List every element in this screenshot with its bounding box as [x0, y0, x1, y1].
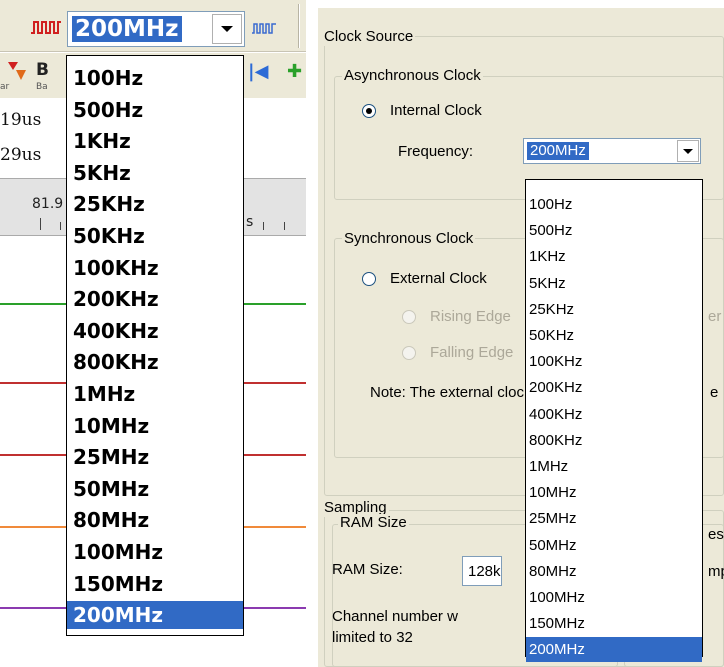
time-readout: 19us — [0, 110, 42, 130]
marker-icon[interactable] — [6, 60, 28, 82]
clock-wave-small-icon[interactable] — [252, 22, 276, 34]
dropdown-option[interactable]: 400KHz — [526, 402, 702, 427]
ruler-tick — [284, 222, 285, 230]
dropdown-option[interactable]: 80MHz — [526, 559, 702, 584]
dropdown-option[interactable]: 25KHz — [526, 297, 702, 322]
frequency-label: Frequency: — [398, 143, 474, 160]
clock-source-title: Clock Source — [322, 28, 416, 46]
dropdown-option[interactable]: 100MHz — [526, 585, 702, 610]
rising-edge-radio[interactable] — [402, 310, 416, 324]
dropdown-option[interactable]: 100MHz — [67, 538, 243, 566]
ruler-tick — [263, 222, 264, 230]
rising-edge-trailing: er — [708, 308, 722, 325]
ram-size-select[interactable]: 128k — [462, 556, 502, 586]
async-clock-title: Asynchronous Clock — [342, 67, 483, 85]
frequency-combo[interactable]: 200MHz — [67, 11, 245, 47]
ruler-unit: s — [246, 214, 254, 230]
sampling-right-fragment: mp — [708, 563, 724, 580]
dropdown-option[interactable]: 5KHz — [67, 159, 243, 187]
dropdown-arrow-button[interactable] — [212, 14, 242, 44]
dropdown-option[interactable]: 25KHz — [67, 190, 243, 218]
dropdown-option[interactable]: 400KHz — [67, 317, 243, 345]
marker-caption: ar — [0, 82, 10, 92]
dropdown-option[interactable]: 25MHz — [526, 506, 702, 531]
dropdown-option[interactable]: 1MHz — [67, 380, 243, 408]
dropdown-option[interactable]: 1KHz — [526, 244, 702, 269]
dropdown-option[interactable]: 80MHz — [67, 506, 243, 534]
dropdown-option[interactable]: 500Hz — [526, 218, 702, 243]
dropdown-option[interactable]: 100KHz — [67, 254, 243, 282]
analyzer-toolbar: 200MHz — [0, 0, 306, 52]
rising-edge-label[interactable]: Rising Edge — [430, 308, 511, 326]
dropdown-option[interactable]: 500Hz — [67, 96, 243, 124]
plus-icon[interactable]: ✚ — [287, 63, 302, 81]
dropdown-option[interactable]: 50KHz — [526, 323, 702, 348]
dropdown-option[interactable]: 200MHz — [526, 637, 702, 663]
dropdown-option[interactable]: 5KHz — [526, 271, 702, 296]
marker-b-icon[interactable]: B — [36, 61, 49, 79]
dropdown-option[interactable]: 50MHz — [526, 533, 702, 558]
analyzer-window: 200MHz B ar Ba |◀ ✚ 19us 29us 81.9 s 100… — [0, 0, 306, 667]
ram-size-label: RAM Size: — [332, 561, 403, 578]
dropdown-option[interactable]: 10MHz — [526, 480, 702, 505]
ram-size-title: RAM Size — [338, 514, 409, 532]
arrow-left-icon[interactable]: |◀ — [248, 63, 268, 81]
channel-note: limited to 32 — [332, 629, 413, 646]
dropdown-option[interactable]: 150MHz — [526, 611, 702, 636]
frequency-combo-value: 200MHz — [72, 16, 182, 42]
dropdown-option[interactable]: 200KHz — [526, 375, 702, 400]
falling-edge-label[interactable]: Falling Edge — [430, 344, 513, 362]
frequency-dropdown-list[interactable]: 100Hz 500Hz 1KHz 5KHz 25KHz 50KHz 100KHz 200KHz… — [66, 55, 244, 636]
dropdown-option[interactable]: 200KHz — [67, 285, 243, 313]
ruler-tick — [60, 222, 61, 230]
dropdown-arrow-button[interactable] — [677, 140, 699, 162]
dropdown-option[interactable]: 1MHz — [526, 454, 702, 479]
dropdown-option[interactable]: 100KHz — [526, 349, 702, 374]
internal-clock-radio[interactable] — [362, 104, 376, 118]
ruler-tick — [40, 218, 41, 230]
clock-settings-dialog: Clock Source Asynchronous Clock Internal… — [318, 8, 724, 667]
ruler-value: 81.9 — [32, 196, 64, 212]
external-clock-label[interactable]: External Clock — [390, 270, 487, 288]
sampling-right-fragment: es — [708, 526, 724, 543]
note-trailing: e — [710, 384, 719, 401]
marker-caption: Ba — [36, 82, 48, 92]
frequency-select-value: 200MHz — [527, 142, 589, 160]
toolbar-separator — [298, 4, 300, 48]
sync-clock-title: Synchronous Clock — [342, 230, 476, 248]
internal-clock-label[interactable]: Internal Clock — [390, 102, 482, 120]
dropdown-option[interactable]: 150MHz — [67, 570, 243, 598]
dropdown-option[interactable]: 50MHz — [67, 475, 243, 503]
chevron-down-icon — [683, 148, 693, 154]
chevron-down-icon — [221, 26, 233, 32]
dropdown-option[interactable]: 800KHz — [526, 428, 702, 453]
radio-dot — [366, 108, 372, 114]
frequency-select[interactable]: 200MHz — [523, 138, 701, 164]
external-clock-radio[interactable] — [362, 272, 376, 286]
dropdown-option[interactable]: 50KHz — [67, 222, 243, 250]
frequency-dropdown-list[interactable]: 100Hz 500Hz 1KHz 5KHz 25KHz 50KHz 100KHz 200KHz… — [525, 179, 703, 663]
channel-note: Channel number w — [332, 608, 458, 625]
clock-wave-icon[interactable] — [31, 20, 61, 34]
dropdown-option[interactable]: 800KHz — [67, 348, 243, 376]
dropdown-option[interactable]: 25MHz — [67, 443, 243, 471]
time-readout: 29us — [0, 145, 42, 165]
dropdown-option[interactable]: 100Hz — [526, 192, 702, 217]
dropdown-option[interactable]: 100Hz — [67, 64, 243, 92]
dropdown-option[interactable]: 200MHz — [67, 601, 243, 630]
dropdown-option[interactable]: 1KHz — [67, 127, 243, 155]
dropdown-option[interactable]: 10MHz — [67, 412, 243, 440]
falling-edge-radio[interactable] — [402, 346, 416, 360]
